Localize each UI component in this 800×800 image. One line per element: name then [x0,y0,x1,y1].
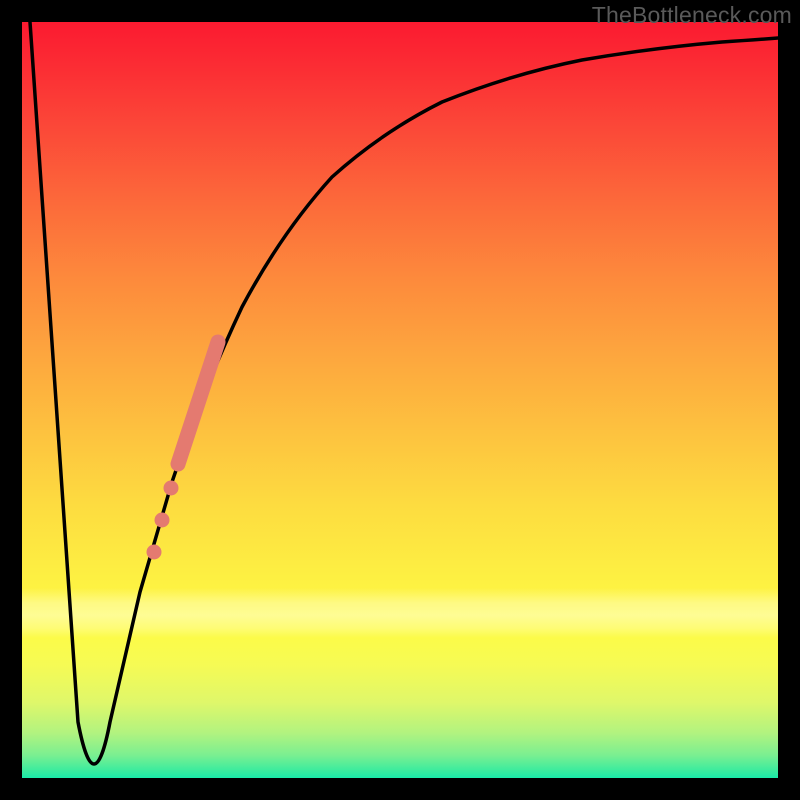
highlight-dot [155,513,170,528]
highlight-segment [178,342,218,464]
highlight-dot [147,545,162,560]
curve-layer [22,22,778,778]
watermark-text: TheBottleneck.com [592,2,792,29]
highlight-dot [164,481,179,496]
chart-frame: TheBottleneck.com [0,0,800,800]
bottleneck-curve [30,22,778,764]
plot-area [22,22,778,778]
